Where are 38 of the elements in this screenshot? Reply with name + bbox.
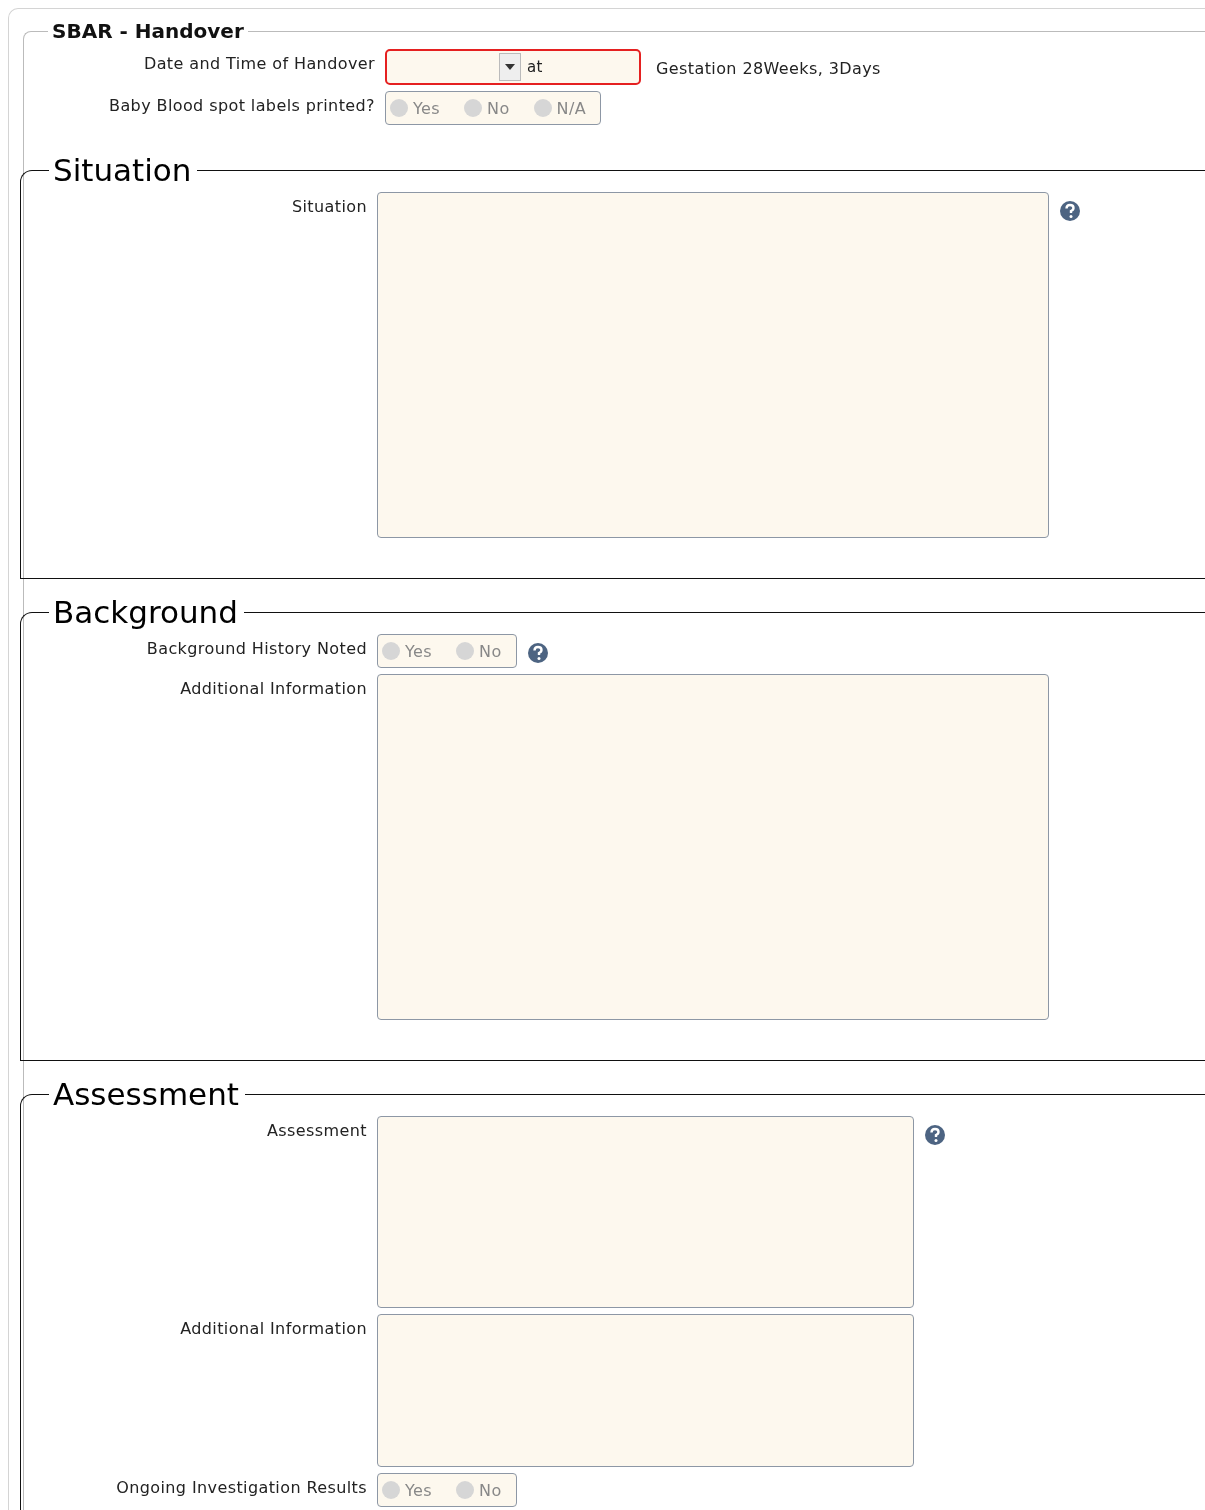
text-area[interactable] <box>377 192 1049 538</box>
radio-circle[interactable] <box>533 99 552 117</box>
text-area[interactable] <box>377 674 1049 1020</box>
radio-circle[interactable] <box>382 1481 400 1499</box>
dropdown-button[interactable] <box>499 53 521 81</box>
field-label: Background History Noted <box>145 638 367 658</box>
field-label: Ongoing Investigation Results <box>115 1477 367 1497</box>
form-title: SBAR - Handover <box>51 19 245 43</box>
field-label: Assessment <box>266 1120 367 1140</box>
radio-option[interactable]: Yes <box>382 641 433 661</box>
field-label: Baby Blood spot labels printed? <box>108 95 375 115</box>
radio-circle[interactable] <box>456 642 475 660</box>
section-title: Assessment <box>52 1079 240 1110</box>
field-label: Additional Information <box>179 678 367 698</box>
radio-circle[interactable] <box>464 99 483 117</box>
radio-circle[interactable] <box>390 99 408 117</box>
text-area[interactable] <box>377 1116 914 1308</box>
section-title: Situation <box>52 155 193 186</box>
help-icon[interactable] <box>924 1124 946 1146</box>
date-time-field[interactable]: at <box>385 49 641 85</box>
radio-circle[interactable] <box>382 642 400 660</box>
radio-option[interactable]: Yes <box>382 1480 433 1500</box>
help-icon[interactable] <box>526 642 549 664</box>
radio-option[interactable]: No <box>456 641 502 661</box>
radio-circle[interactable] <box>456 1481 475 1499</box>
text-area[interactable] <box>377 1314 914 1467</box>
field-label: Situation <box>290 196 367 216</box>
field-label: Additional Information <box>179 1318 367 1338</box>
caret-icon <box>505 64 515 70</box>
help-icon[interactable] <box>1059 200 1081 222</box>
separator-label: at <box>527 58 543 76</box>
section-title: Background <box>52 597 239 628</box>
field-label: Date and Time of Handover <box>142 53 375 73</box>
radio-option[interactable]: No <box>464 98 510 118</box>
gestation-text: Gestation 28Weeks, 3Days <box>656 58 881 78</box>
radio-option[interactable]: N/A <box>533 98 587 118</box>
radio-option[interactable]: No <box>456 1480 502 1500</box>
radio-option[interactable]: Yes <box>390 98 441 118</box>
